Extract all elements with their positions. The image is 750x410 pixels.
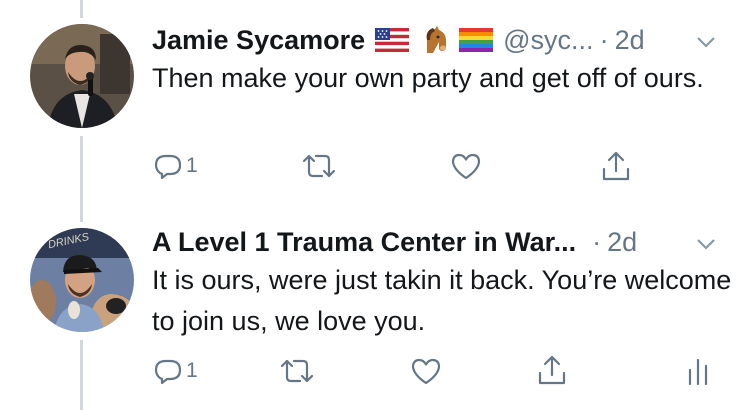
author-handle[interactable]: @syc... <box>503 25 593 56</box>
reply-icon <box>154 359 182 385</box>
author-name[interactable]: A Level 1 Trauma Center in War... <box>152 227 576 258</box>
tweet-header: Jamie Sycamore @syc... · 2d <box>152 20 645 60</box>
retweet-icon <box>302 154 336 178</box>
reply-count: 1 <box>186 154 198 177</box>
like-button[interactable] <box>410 356 442 386</box>
thread-line-middle <box>80 136 83 222</box>
avatar[interactable] <box>30 24 134 128</box>
retweet-button[interactable] <box>300 150 338 182</box>
reply-icon <box>154 154 182 180</box>
tweet-header: A Level 1 Trauma Center in War... · 2d <box>152 222 637 262</box>
rainbow-flag-icon <box>459 28 494 52</box>
separator-dot: · <box>592 226 602 257</box>
horse-icon <box>419 25 449 55</box>
tweet-text: It is ours, were just takin it back. You… <box>152 265 732 336</box>
tweet-text: Then make your own party and get off of … <box>152 63 704 93</box>
thread-line-bottom <box>80 340 83 410</box>
reply-button[interactable]: 1 <box>152 150 198 182</box>
share-button[interactable] <box>536 353 568 387</box>
us-flag-icon <box>375 28 410 52</box>
like-button[interactable] <box>450 151 482 181</box>
avatar[interactable]: DRINKS <box>30 228 134 332</box>
separator-dot: · <box>599 24 609 55</box>
analytics-button[interactable] <box>686 356 710 386</box>
share-icon <box>538 355 566 385</box>
share-icon <box>602 151 630 181</box>
reply-button[interactable]: 1 <box>152 355 198 387</box>
heart-icon <box>451 153 481 180</box>
thread-line-top <box>80 0 83 18</box>
reply-count: 1 <box>186 359 198 382</box>
chevron-down-icon[interactable] <box>694 30 718 54</box>
retweet-button[interactable] <box>278 355 316 387</box>
timestamp[interactable]: 2d <box>607 227 637 258</box>
timestamp[interactable]: 2d <box>615 25 645 56</box>
author-name[interactable]: Jamie Sycamore <box>152 25 365 56</box>
bar-chart-icon <box>688 358 708 386</box>
retweet-icon <box>280 359 314 383</box>
chevron-down-icon[interactable] <box>694 232 718 256</box>
heart-icon <box>411 358 441 385</box>
share-button[interactable] <box>600 149 632 183</box>
